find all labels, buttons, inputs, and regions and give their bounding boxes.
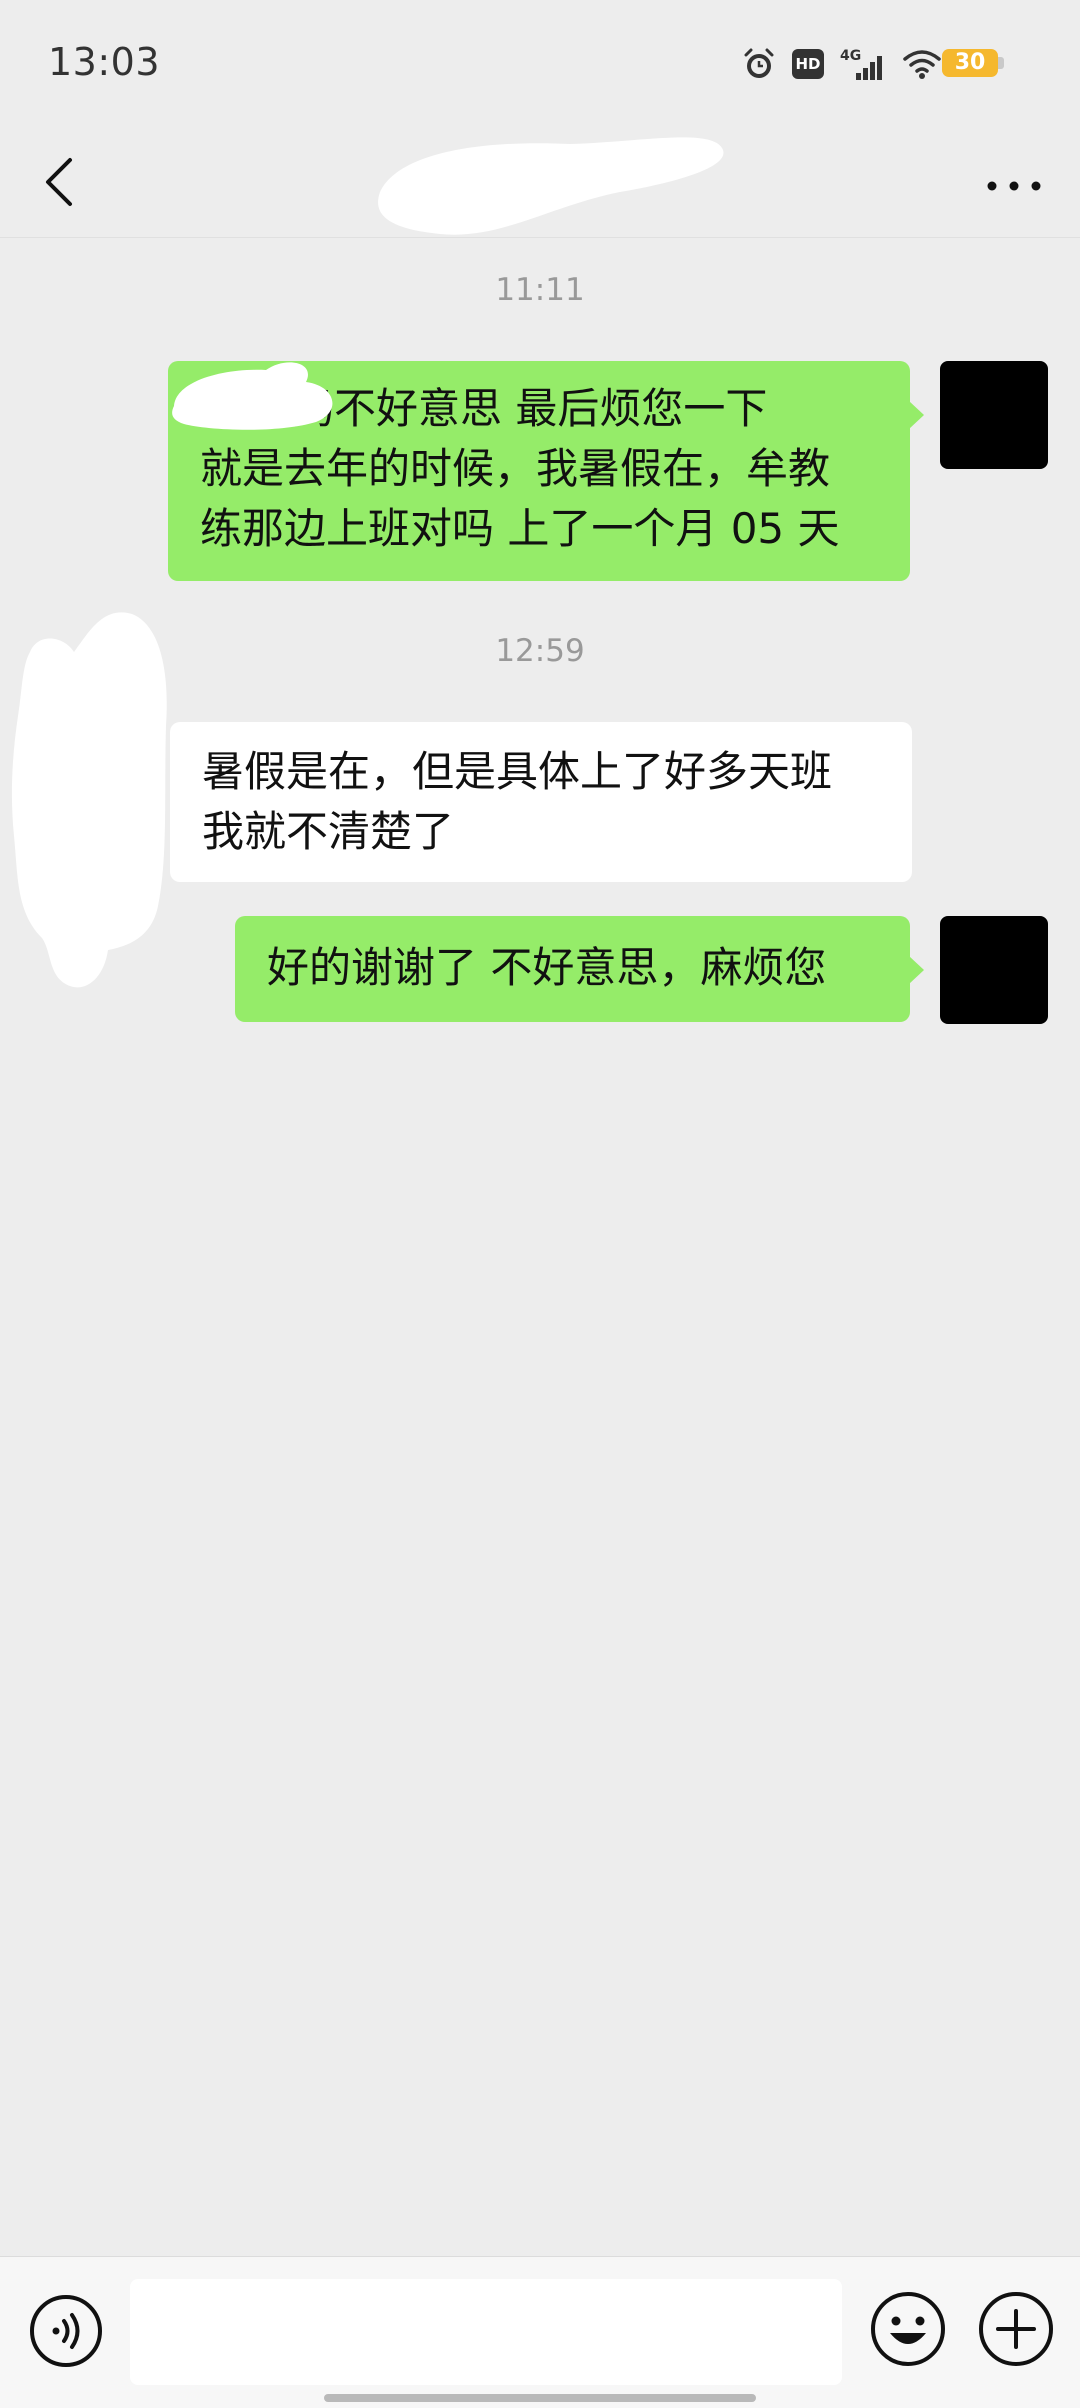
alarm-icon <box>744 48 774 78</box>
timestamp: 11:11 <box>495 272 585 308</box>
avatar[interactable] <box>940 361 1048 469</box>
message-line: 我就不清楚了 <box>202 807 455 856</box>
chevron-left-icon[interactable] <box>30 142 90 222</box>
message-input[interactable] <box>130 2279 842 2385</box>
status-bar: 13:03 HD 4G 30 <box>0 0 1080 130</box>
redaction-mask <box>11 612 167 988</box>
message-line: 练那边上班对吗 上了一个月 05 天 <box>200 504 840 553</box>
wifi-icon <box>903 50 941 79</box>
voice-icon[interactable] <box>28 2293 104 2369</box>
more-dots-icon[interactable] <box>978 142 1050 222</box>
emoji-icon[interactable] <box>868 2289 948 2369</box>
chat-header: 妈 <box>0 130 1080 238</box>
status-time: 13:03 <box>48 40 161 84</box>
message-line: 好的谢谢了 不好意思，麻烦您 <box>267 943 827 992</box>
svg-text:4G: 4G <box>840 48 861 64</box>
battery-icon: 30 <box>942 49 998 77</box>
status-icons: HD 4G <box>742 44 942 84</box>
battery-tip <box>998 57 1004 69</box>
avatar[interactable] <box>940 916 1048 1024</box>
redaction-mask <box>172 362 333 430</box>
input-bar <box>0 2256 1080 2408</box>
hd-icon: HD <box>792 49 824 79</box>
redaction-mask <box>378 137 724 235</box>
message-bubble-self[interactable]: 好的谢谢了 不好意思，麻烦您 <box>235 916 924 1022</box>
plus-icon[interactable] <box>976 2289 1056 2369</box>
message-line: 暑假是在，但是具体上了好多天班 <box>202 747 833 796</box>
signal-4g-icon: 4G <box>840 48 882 80</box>
message-line: 就是去年的时候，我暑假在，牟教 <box>200 444 831 493</box>
message-bubble-peer[interactable]: 暑假是在，但是具体上了好多天班 我就不清楚了 <box>170 722 912 882</box>
home-indicator[interactable] <box>324 2394 756 2402</box>
